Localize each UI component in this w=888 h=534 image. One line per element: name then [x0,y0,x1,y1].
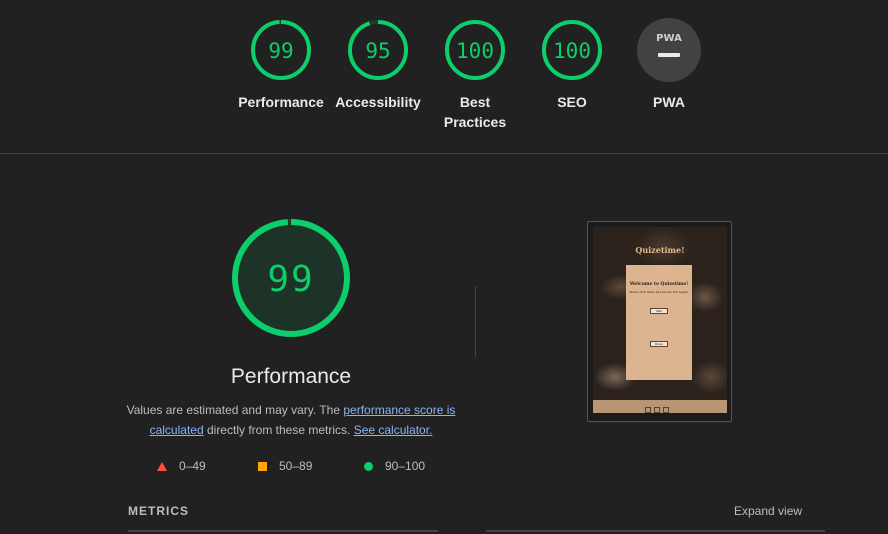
gauge-ring: 100 [542,20,602,80]
legend-average: 50–89 [258,459,312,473]
gauge-performance[interactable]: 99 Performance [233,18,329,112]
thumbnail-footer [593,400,727,413]
thumbnail-welcome-card: Welcome to Quizetime! Press click Start … [626,265,692,380]
gauge-label: Performance [238,94,324,110]
gauge-label: Best Practices [443,94,507,130]
gauge-seo[interactable]: 100 SEO [524,18,620,112]
square-icon [258,462,267,472]
gauge-score: 100 [553,39,591,63]
thumbnail-app-title: Quizetime! [635,245,685,255]
gauge-accessibility[interactable]: 95 Accessibility [330,18,426,112]
gauge-ring: 99 [232,219,350,337]
gauge-pwa[interactable]: PWA PWA [621,18,717,112]
performance-description: Values are estimated and may vary. The p… [120,400,462,440]
metrics-divider-right [486,530,825,532]
gauge-ring: 100 [445,20,505,80]
circle-icon [364,462,373,472]
thumbnail-social-icons [645,400,672,418]
gauge-label: PWA [653,94,685,110]
metrics-divider-left [128,530,438,532]
gauge-label: SEO [557,94,587,110]
desc-text: Values are estimated and may vary. The [126,403,344,417]
legend-range: 90–100 [385,459,426,473]
legend-range: 0–49 [179,459,206,473]
legend-pass: 90–100 [364,459,425,473]
gauge-ring: 95 [348,20,408,80]
thumbnail-rules-button: Rules [650,341,668,347]
gauge-score: 95 [365,39,390,63]
see-calculator-link[interactable]: See calculator. [354,423,433,437]
triangle-icon [157,462,167,472]
gauge-score: 99 [268,39,293,63]
performance-main-gauge: 99 [231,218,351,343]
vertical-divider [475,286,476,357]
gauge-label: Accessibility [335,94,421,110]
gauge-score: 100 [456,39,494,63]
legend-fail: 0–49 [157,459,206,473]
category-scores-bar: 99 Performance 95 Accessibility 100 Best… [0,0,888,154]
performance-title: Performance [230,365,352,388]
gauge-ring: 99 [251,20,311,80]
desc-text: directly from these metrics. [203,423,354,437]
pwa-badge-text: PWA [656,33,682,44]
thumbnail-card-text: Press click Start and let the fun begin! [629,290,689,294]
gauge-best-practices[interactable]: 100 Best Practices [427,18,523,132]
thumbnail-page-background: Quizetime! Welcome to Quizetime! Press c… [593,227,727,413]
main-score: 99 [267,259,314,300]
metrics-header: METRICS [128,504,189,518]
thumbnail-card-heading: Welcome to Quizetime! [629,282,689,287]
thumbnail-start-button: Start [650,308,668,314]
expand-view-toggle[interactable]: Expand view [734,504,802,518]
final-screenshot-thumbnail[interactable]: Quizetime! Welcome to Quizetime! Press c… [587,221,732,422]
legend-range: 50–89 [279,459,313,473]
pwa-badge-icon: PWA [637,18,701,82]
